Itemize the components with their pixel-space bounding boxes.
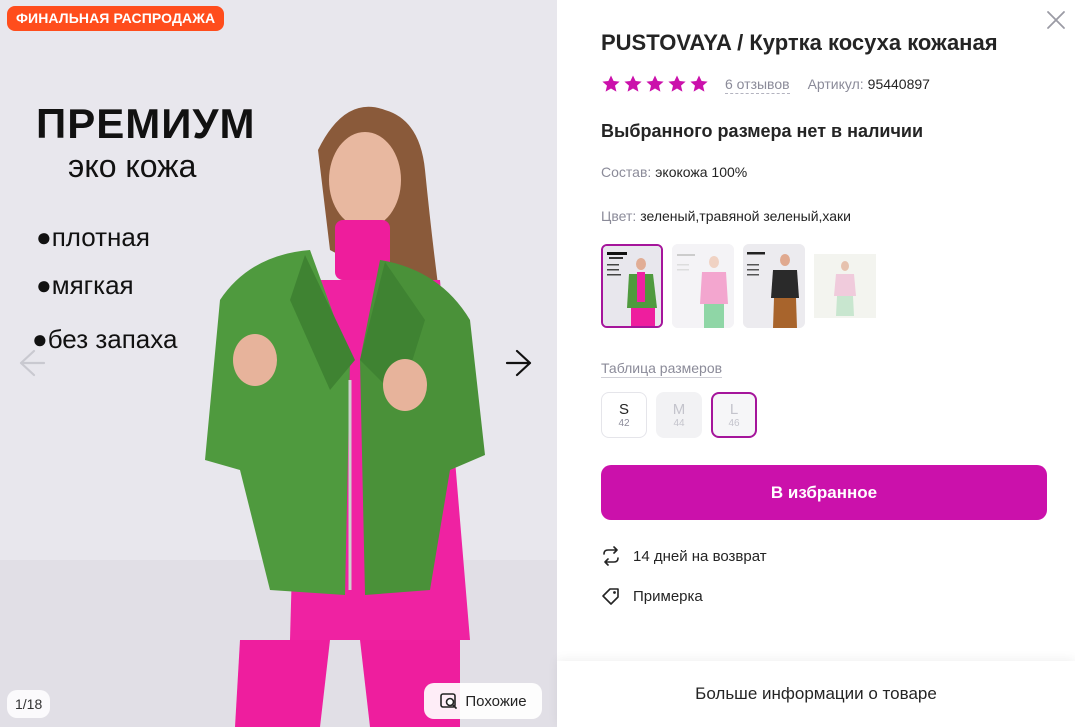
star-icon — [690, 75, 708, 92]
color-value: зеленый,травяной зеленый,хаки — [640, 208, 851, 224]
promo-subtitle: эко кожа — [68, 148, 197, 184]
reviews-link[interactable]: 6 отзывов — [725, 75, 790, 94]
composition-label: Состав: — [601, 164, 652, 180]
more-info-button[interactable]: Больше информации о товаре — [557, 661, 1075, 727]
sale-badge: ФИНАЛЬНАЯ РАСПРОДАЖА — [7, 6, 225, 31]
size-option-l[interactable]: L 46 — [711, 392, 757, 438]
rating-row: 6 отзывов Артикул: 95440897 — [601, 72, 930, 96]
arrow-left-icon — [19, 349, 46, 377]
star-icon — [624, 75, 642, 92]
composition: Состав: экокожа 100% — [601, 164, 747, 180]
stock-message: Выбранного размера нет в наличии — [601, 121, 924, 141]
color-variants — [601, 244, 876, 328]
tag-icon — [602, 588, 619, 605]
variant-image — [743, 244, 805, 328]
color-label: Цвет: — [601, 208, 637, 224]
size-label: L — [729, 400, 739, 418]
size-number: 46 — [728, 417, 740, 429]
variant-image — [672, 244, 734, 328]
return-policy: 14 дней на возврат — [601, 546, 767, 566]
color-variant-thumb[interactable] — [814, 244, 876, 328]
star-icon — [646, 75, 664, 92]
size-number: 42 — [618, 417, 630, 429]
color-variant-thumb[interactable] — [672, 244, 734, 328]
star-icon — [602, 75, 620, 92]
color-variant-thumb[interactable] — [743, 244, 805, 328]
return-policy-text: 14 дней на возврат — [633, 547, 767, 565]
next-image-button[interactable] — [503, 345, 539, 381]
article-number: Артикул: 95440897 — [808, 76, 930, 92]
add-to-favorites-button[interactable]: В избранное — [601, 465, 1047, 520]
size-number: 44 — [673, 417, 685, 429]
size-selector: S 42 M 44 L 46 — [601, 392, 757, 438]
product-gallery: ФИНАЛЬНАЯ РАСПРОДАЖА ПРЕМИУМ эко кожа ●п… — [0, 0, 557, 727]
fitting-text: Примерка — [633, 587, 703, 605]
close-button[interactable] — [1045, 9, 1067, 31]
star-icon — [668, 75, 686, 92]
article-label: Артикул: — [807, 76, 864, 92]
size-label: M — [672, 400, 686, 418]
color-info: Цвет: зеленый,травяной зеленый,хаки — [601, 208, 851, 224]
arrow-right-icon — [505, 349, 532, 377]
refresh-arrows-icon — [603, 546, 619, 566]
close-icon — [1047, 11, 1065, 29]
previous-image-button[interactable] — [12, 345, 48, 381]
rating-stars — [601, 74, 709, 94]
image-search-icon — [440, 693, 458, 709]
promo-point: ●мягкая — [36, 270, 134, 300]
promo-point: ●без запаха — [32, 324, 178, 354]
size-option-m[interactable]: M 44 — [656, 392, 702, 438]
color-variant-thumb[interactable] — [601, 244, 663, 328]
product-title[interactable]: PUSTOVAYA / Куртка косуха кожаная — [601, 30, 1041, 56]
size-option-s[interactable]: S 42 — [601, 392, 647, 438]
promo-title: ПРЕМИУМ — [36, 100, 256, 147]
promo-point: ●плотная — [36, 222, 150, 252]
article-value: 95440897 — [867, 76, 930, 92]
similar-items-label: Похожие — [465, 692, 527, 710]
variant-image — [603, 246, 661, 326]
variant-image — [814, 254, 876, 318]
composition-value: экокожа 100% — [655, 164, 748, 180]
fitting-option: Примерка — [601, 586, 703, 606]
image-counter: 1/18 — [7, 690, 51, 718]
similar-items-button[interactable]: Похожие — [424, 683, 542, 719]
size-label: S — [618, 400, 629, 418]
size-table-link[interactable]: Таблица размеров — [601, 359, 723, 378]
